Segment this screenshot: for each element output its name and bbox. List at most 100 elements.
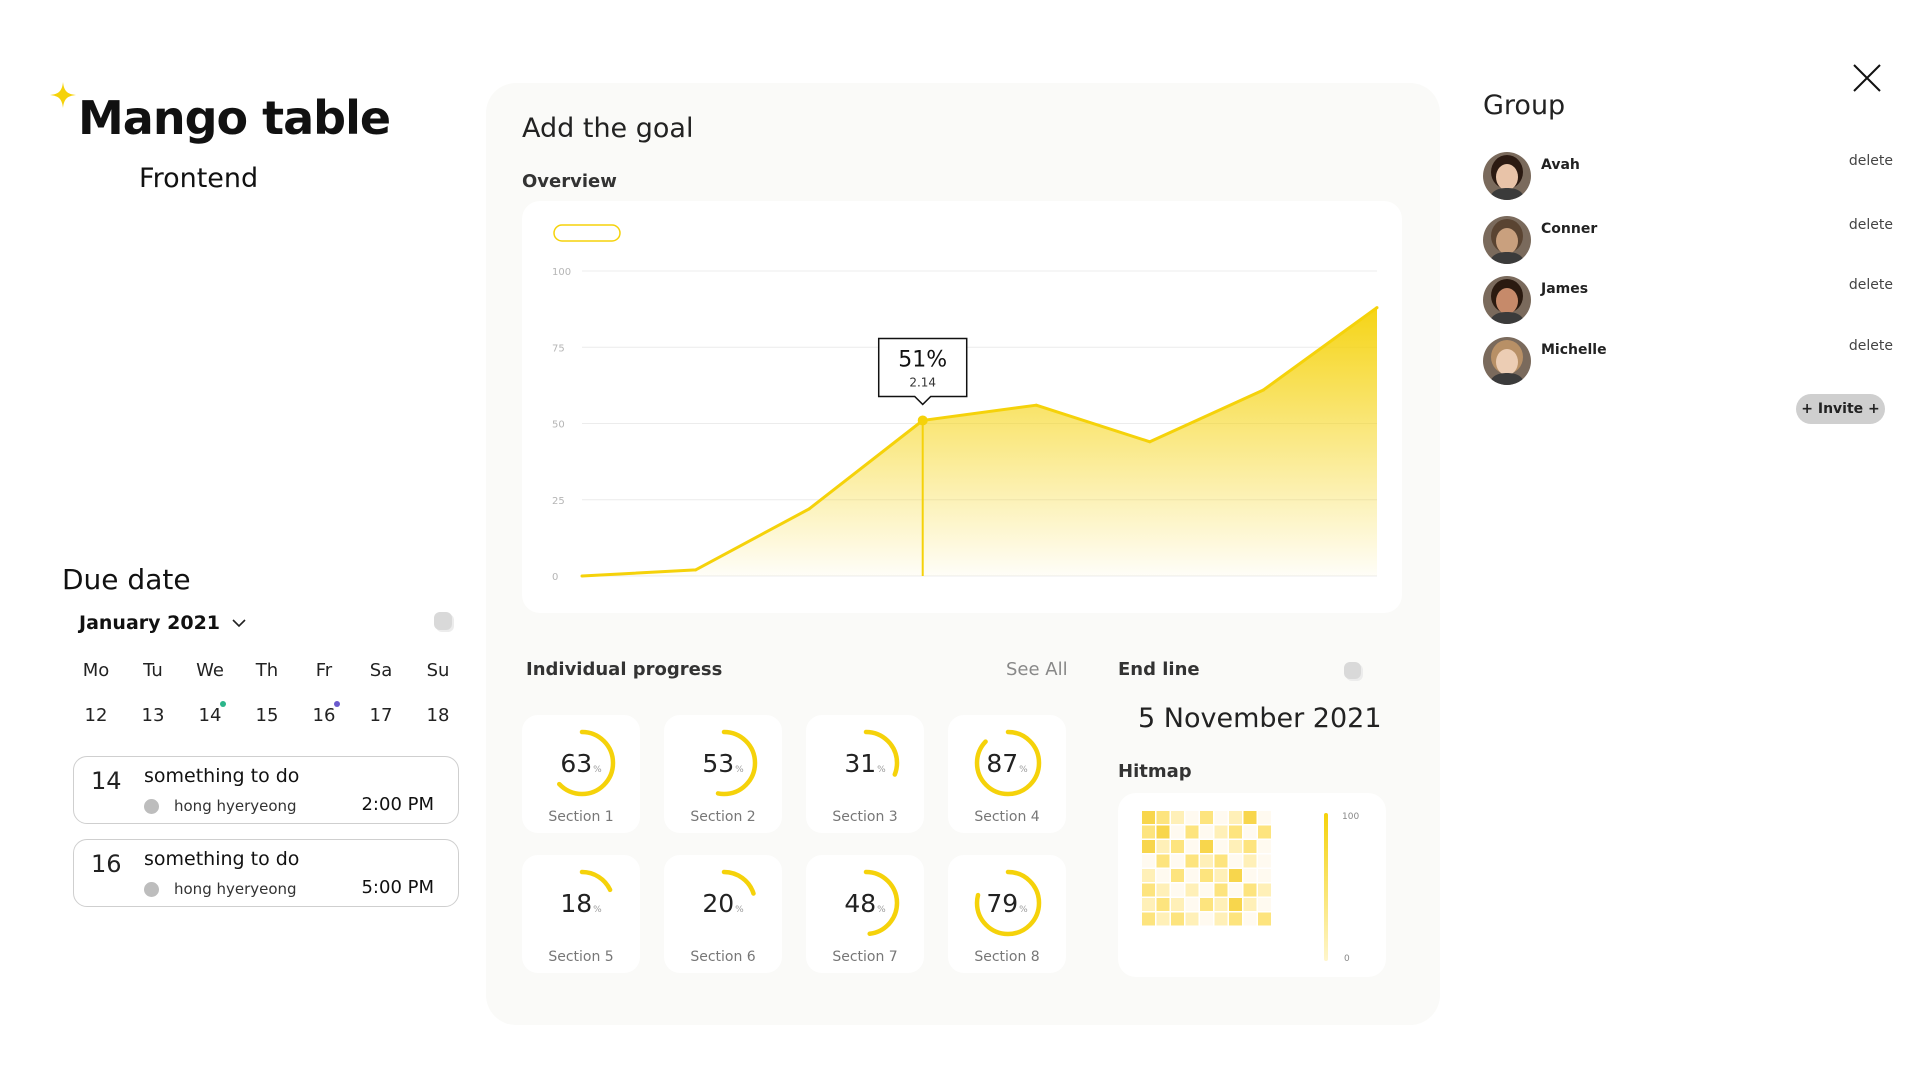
- weekday-label: Sa: [369, 660, 393, 681]
- tooltip-sub: 2.14: [909, 375, 936, 389]
- heatmap-cell: [1185, 811, 1199, 824]
- group-member: Michelle delete: [1483, 337, 1893, 387]
- overview-heading: Overview: [522, 171, 617, 192]
- task-title: something to do: [144, 848, 300, 870]
- y-tick-label: 75: [552, 343, 565, 354]
- heatmap-cell: [1258, 883, 1271, 897]
- heatmap-cell: [1243, 912, 1257, 926]
- heatmap-cell: [1171, 825, 1184, 839]
- task-card[interactable]: 14 something to do hong hyeryeong 2:00 P…: [73, 756, 459, 824]
- assignee-avatar: [144, 882, 159, 897]
- heatmap-cell: [1156, 898, 1170, 911]
- legend-pill[interactable]: [553, 224, 621, 242]
- delete-member-button[interactable]: delete: [1849, 153, 1893, 169]
- heatmap-cell: [1185, 869, 1199, 882]
- heatmap-scale: [1324, 813, 1328, 961]
- calendar-date[interactable]: 16: [300, 701, 348, 726]
- heatmap-cell: [1156, 840, 1170, 853]
- heatmap-cell: [1142, 912, 1155, 926]
- section-label: Section 5: [548, 949, 614, 965]
- individual-progress-heading: Individual progress: [526, 659, 723, 680]
- sparkle-icon: [50, 82, 76, 108]
- calendar-date[interactable]: 18: [414, 705, 462, 726]
- progress-card[interactable]: 31% Section 3: [806, 715, 924, 833]
- group-member: James delete: [1483, 276, 1893, 326]
- heatmap-cell: [1171, 912, 1184, 926]
- see-all-link[interactable]: See All: [1006, 659, 1068, 680]
- task-time: 5:00 PM: [361, 877, 434, 898]
- member-name: James: [1541, 281, 1589, 297]
- date-row: 12 13 14 15 16 17 18: [72, 701, 462, 726]
- task-card[interactable]: 16 something to do hong hyeryeong 5:00 P…: [73, 839, 459, 907]
- avatar: [1483, 152, 1531, 200]
- heatmap-cell: [1229, 825, 1242, 839]
- invite-button[interactable]: + Invite +: [1796, 394, 1885, 424]
- delete-member-button[interactable]: delete: [1849, 217, 1893, 233]
- heatmap-cell: [1229, 811, 1242, 824]
- heatmap-cell: [1214, 854, 1228, 868]
- member-name: Conner: [1541, 221, 1598, 237]
- calendar-date[interactable]: 13: [129, 705, 177, 726]
- month-selector[interactable]: January 2021: [79, 612, 248, 634]
- progress-card[interactable]: 48% Section 7: [806, 855, 924, 973]
- heatmap-cell: [1185, 883, 1199, 897]
- heatmap-cell: [1200, 840, 1213, 853]
- heatmap-cell: [1258, 825, 1271, 839]
- task-assignee: hong hyeryeong: [174, 797, 297, 815]
- progress-grid: 63% Section 1 53% Section 2 31% Section 3 87% S…: [522, 715, 1066, 973]
- section-label: Section 6: [690, 949, 756, 965]
- progress-card[interactable]: 53% Section 2: [664, 715, 782, 833]
- progress-card[interactable]: 79% Section 8: [948, 855, 1066, 973]
- task-assignee: hong hyeryeong: [174, 880, 297, 898]
- heatmap-cell: [1200, 883, 1213, 897]
- weekday-label: Th: [255, 660, 279, 681]
- heatmap-cell: [1243, 854, 1257, 868]
- heatmap-cell: [1258, 840, 1271, 853]
- heatmap-cell: [1156, 825, 1170, 839]
- progress-card[interactable]: 87% Section 4: [948, 715, 1066, 833]
- delete-member-button[interactable]: delete: [1849, 277, 1893, 293]
- heatmap-cell: [1171, 840, 1184, 853]
- progress-card[interactable]: 20% Section 6: [664, 855, 782, 973]
- calendar-date[interactable]: 15: [243, 705, 291, 726]
- progress-card[interactable]: 18% Section 5: [522, 855, 640, 973]
- close-icon[interactable]: [1852, 63, 1882, 93]
- heatmap-cell: [1229, 869, 1242, 882]
- goal-panel: Add the goal Overview 0 25 50 75 100 51% 2.14 …: [486, 83, 1440, 1025]
- group-heading: Group: [1483, 90, 1566, 121]
- heatmap-cell: [1214, 869, 1228, 882]
- heatmap-cell: [1156, 869, 1170, 882]
- y-tick-label: 0: [552, 572, 558, 583]
- heatmap-cell: [1200, 869, 1213, 882]
- end-line-toggle-icon[interactable]: [1344, 662, 1361, 679]
- end-line-date: 5 November 2021: [1138, 703, 1382, 734]
- calendar-date[interactable]: 17: [357, 705, 405, 726]
- calendar-date[interactable]: 14: [186, 701, 234, 726]
- data-point: [580, 574, 584, 578]
- calendar-toggle-icon[interactable]: [434, 612, 452, 630]
- data-point: [807, 507, 811, 511]
- data-point: [1261, 388, 1265, 392]
- heatmap-cell: [1200, 854, 1213, 868]
- section-label: Section 1: [548, 809, 614, 825]
- heatmap-cell: [1243, 811, 1257, 824]
- heatmap-cell: [1200, 898, 1213, 911]
- progress-value: 20%: [702, 889, 744, 918]
- heatmap-cell: [1171, 811, 1184, 824]
- heatmap-cell: [1185, 825, 1199, 839]
- y-tick-label: 100: [552, 267, 571, 278]
- avatar: [1483, 337, 1531, 385]
- heatmap-cell: [1142, 854, 1155, 868]
- heatmap-cell: [1243, 883, 1257, 897]
- progress-value: 53%: [702, 749, 744, 778]
- progress-value: 63%: [560, 749, 602, 778]
- progress-card[interactable]: 63% Section 1: [522, 715, 640, 833]
- delete-member-button[interactable]: delete: [1849, 338, 1893, 354]
- member-name: Michelle: [1541, 342, 1607, 358]
- section-label: Section 2: [690, 809, 756, 825]
- heatmap-cell: [1243, 840, 1257, 853]
- calendar-date[interactable]: 12: [72, 705, 120, 726]
- task-day: 14: [91, 767, 122, 795]
- weekday-label: Tu: [143, 660, 163, 681]
- heatmap-cell: [1243, 825, 1257, 839]
